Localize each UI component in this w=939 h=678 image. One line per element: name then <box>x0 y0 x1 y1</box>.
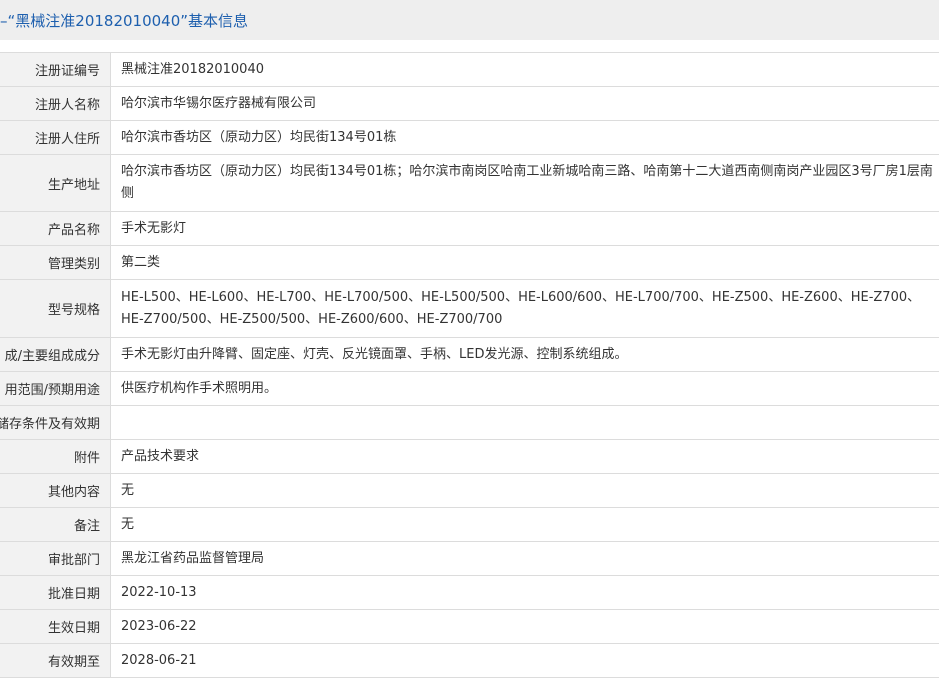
table-row-other-content: 其他内容 无 <box>0 474 939 508</box>
table-row-approval-date: 批准日期 2022-10-13 <box>0 576 939 610</box>
field-label: 有效期至 <box>0 644 111 677</box>
table-row-attachment: 附件 产品技术要求 <box>0 440 939 474</box>
field-value: 第二类 <box>111 246 939 279</box>
field-value: 哈尔滨市香坊区（原动力区）均民街134号01栋 <box>111 121 939 154</box>
field-label: 注册证编号 <box>0 53 111 86</box>
field-value: 哈尔滨市香坊区（原动力区）均民街134号01栋；哈尔滨市南岗区哈南工业新城哈南三… <box>111 155 939 211</box>
table-row-production-address: 生产地址 哈尔滨市香坊区（原动力区）均民街134号01栋；哈尔滨市南岗区哈南工业… <box>0 155 939 212</box>
field-value: 无 <box>111 508 939 541</box>
table-row-management-category: 管理类别 第二类 <box>0 246 939 280</box>
field-value-text: 2023-06-22 <box>121 618 197 634</box>
field-label: 注册人名称 <box>0 87 111 120</box>
field-label: 用范围/预期用途 <box>0 372 111 405</box>
field-label: 其他内容 <box>0 474 111 507</box>
table-row-expiry-date: 有效期至 2028-06-21 <box>0 644 939 678</box>
table-row-storage-conditions: 储存条件及有效期 <box>0 406 939 440</box>
field-label: 产品名称 <box>0 212 111 245</box>
field-value-text: 2022-10-13 <box>121 584 197 600</box>
field-value: 黑械注准20182010040 <box>111 53 939 86</box>
table-row-registration-number: 注册证编号 黑械注准20182010040 <box>0 53 939 87</box>
field-value-text: 产品技术要求 <box>121 448 200 464</box>
table-row-approval-department: 审批部门 黑龙江省药品监督管理局 <box>0 542 939 576</box>
field-value: 手术无影灯 <box>111 212 939 245</box>
table-row-intended-use: 用范围/预期用途 供医疗机构作手术照明用。 <box>0 372 939 406</box>
field-value: HE-L500、HE-L600、HE-L700、HE-L700/500、HE-L… <box>111 280 939 337</box>
field-value-text: 无 <box>121 482 135 498</box>
table-row-composition: 成/主要组成成分 手术无影灯由升降臂、固定座、灯壳、反光镜面罩、手柄、LED发光… <box>0 338 939 372</box>
field-value-text: 第二类 <box>121 254 161 270</box>
field-value: 无 <box>111 474 939 507</box>
field-value-text: 哈尔滨市香坊区（原动力区）均民街134号01栋；哈尔滨市南岗区哈南工业新城哈南三… <box>121 164 933 201</box>
field-value-text: 黑龙江省药品监督管理局 <box>121 550 265 566</box>
table-row-effective-date: 生效日期 2023-06-22 <box>0 610 939 644</box>
field-value: 黑龙江省药品监督管理局 <box>111 542 939 575</box>
field-label: 储存条件及有效期 <box>0 406 111 439</box>
field-value: 供医疗机构作手术照明用。 <box>111 372 939 405</box>
field-value-text: HE-L500、HE-L600、HE-L700、HE-L700/500、HE-L… <box>121 289 921 327</box>
info-table: 注册证编号 黑械注准20182010040 注册人名称 哈尔滨市华锡尔医疗器械有… <box>0 52 939 678</box>
field-label: 生效日期 <box>0 610 111 643</box>
field-label: 成/主要组成成分 <box>0 338 111 371</box>
field-value-text: 黑械注准20182010040 <box>121 61 264 77</box>
field-value: 产品技术要求 <box>111 440 939 473</box>
field-value-text: 手术无影灯 <box>121 220 187 236</box>
field-label: 批准日期 <box>0 576 111 609</box>
field-label: 管理类别 <box>0 246 111 279</box>
field-value-text: 2028-06-21 <box>121 652 197 668</box>
table-row-remarks: 备注 无 <box>0 508 939 542</box>
field-value-text: 哈尔滨市华锡尔医疗器械有限公司 <box>121 95 317 111</box>
section-header: –“黑械注准20182010040”基本信息 <box>0 0 939 40</box>
table-row-registrant-address: 注册人住所 哈尔滨市香坊区（原动力区）均民街134号01栋 <box>0 121 939 155</box>
field-value-text: 供医疗机构作手术照明用。 <box>121 380 278 396</box>
table-row-registrant-name: 注册人名称 哈尔滨市华锡尔医疗器械有限公司 <box>0 87 939 121</box>
field-value-text: 无 <box>121 516 135 532</box>
table-row-model-spec: 型号规格 HE-L500、HE-L600、HE-L700、HE-L700/500… <box>0 280 939 338</box>
field-value: 手术无影灯由升降臂、固定座、灯壳、反光镜面罩、手柄、LED发光源、控制系统组成。 <box>111 338 939 371</box>
section-title: –“黑械注准20182010040”基本信息 <box>0 11 249 30</box>
field-value: 2022-10-13 <box>111 576 939 609</box>
field-value-text: 手术无影灯由升降臂、固定座、灯壳、反光镜面罩、手柄、LED发光源、控制系统组成。 <box>121 346 628 362</box>
field-label: 生产地址 <box>0 155 111 211</box>
field-label: 型号规格 <box>0 280 111 337</box>
field-value: 哈尔滨市华锡尔医疗器械有限公司 <box>111 87 939 120</box>
field-label: 附件 <box>0 440 111 473</box>
field-value <box>111 406 939 439</box>
field-label: 备注 <box>0 508 111 541</box>
table-row-product-name: 产品名称 手术无影灯 <box>0 212 939 246</box>
field-value-text: 哈尔滨市香坊区（原动力区）均民街134号01栋 <box>121 129 397 145</box>
field-label: 注册人住所 <box>0 121 111 154</box>
field-value: 2028-06-21 <box>111 644 939 677</box>
field-label: 审批部门 <box>0 542 111 575</box>
field-value: 2023-06-22 <box>111 610 939 643</box>
registration-info-page: –“黑械注准20182010040”基本信息 注册证编号 黑械注准2018201… <box>0 0 939 678</box>
